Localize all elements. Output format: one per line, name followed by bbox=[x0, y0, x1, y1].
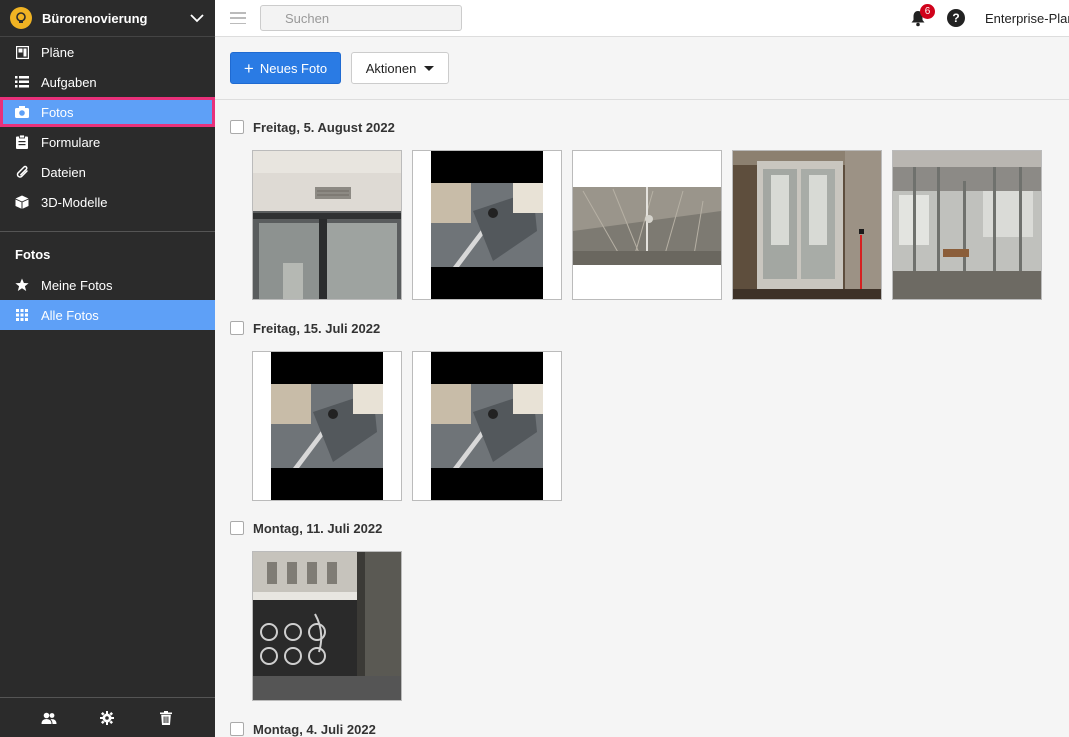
group-date: Freitag, 15. Juli 2022 bbox=[253, 320, 381, 336]
group-select-checkbox[interactable] bbox=[230, 722, 244, 736]
chevron-down-icon[interactable] bbox=[189, 10, 205, 26]
plus-icon: + bbox=[243, 58, 254, 78]
plan-label[interactable]: Enterprise-Plan bbox=[985, 11, 1069, 26]
photo-thumbnail[interactable] bbox=[732, 150, 882, 300]
project-logo-icon bbox=[10, 7, 32, 29]
group-date: Montag, 11. Juli 2022 bbox=[253, 520, 383, 536]
photo-image bbox=[893, 151, 1041, 299]
sidebar-item-label: Formulare bbox=[41, 134, 101, 150]
photo-group: Montag, 11. Juli 2022 bbox=[230, 518, 412, 701]
clipboard-icon bbox=[15, 135, 29, 149]
actions-dropdown-button[interactable]: Aktionen bbox=[351, 52, 449, 84]
group-select-checkbox[interactable] bbox=[230, 521, 244, 535]
project-title: Bürorenovierung bbox=[42, 10, 148, 26]
new-photo-label: Neues Foto bbox=[259, 60, 328, 76]
top-bar: 6 ? Enterprise-Plan bbox=[215, 0, 1069, 37]
photo-image bbox=[413, 352, 561, 500]
sidebar-item-label: 3D-Modelle bbox=[41, 194, 108, 210]
photo-image bbox=[253, 151, 401, 299]
sidebar: Bürorenovierung Pläne Aufgaben Fotos For… bbox=[0, 0, 215, 737]
photo-thumbnail[interactable] bbox=[892, 150, 1042, 300]
paperclip-icon bbox=[15, 165, 29, 179]
sidebar-item-3d-models[interactable]: 3D-Modelle bbox=[0, 187, 215, 217]
photo-thumbnail[interactable] bbox=[252, 351, 402, 501]
help-icon[interactable]: ? bbox=[947, 9, 965, 27]
photo-thumbnail[interactable] bbox=[252, 150, 402, 300]
trash-icon[interactable] bbox=[157, 709, 175, 727]
sidebar-section-title: Fotos bbox=[15, 247, 51, 262]
sidebar-item-files[interactable]: Dateien bbox=[0, 157, 215, 187]
users-icon[interactable] bbox=[40, 709, 58, 727]
search-input[interactable] bbox=[285, 10, 461, 26]
photo-image bbox=[733, 151, 881, 299]
group-select-checkbox[interactable] bbox=[230, 120, 244, 134]
sidebar-item-plans[interactable]: Pläne bbox=[0, 37, 215, 67]
camera-icon bbox=[15, 105, 29, 119]
sidebar-item-label: Alle Fotos bbox=[41, 307, 99, 323]
photo-group: Freitag, 15. Juli 2022 bbox=[230, 318, 572, 501]
photo-image bbox=[253, 352, 401, 500]
star-icon bbox=[15, 278, 29, 292]
photo-group: Montag, 4. Juli 2022 bbox=[230, 719, 376, 737]
group-date: Montag, 4. Juli 2022 bbox=[253, 721, 376, 737]
hamburger-menu-icon[interactable] bbox=[230, 12, 246, 24]
photo-thumbnail[interactable] bbox=[252, 551, 402, 701]
grid-icon bbox=[15, 308, 29, 322]
photo-image bbox=[413, 151, 561, 299]
group-select-checkbox[interactable] bbox=[230, 321, 244, 335]
actions-label: Aktionen bbox=[365, 60, 417, 76]
list-icon bbox=[15, 75, 29, 89]
new-photo-button[interactable]: + Neues Foto bbox=[230, 52, 341, 84]
sidebar-item-forms[interactable]: Formulare bbox=[0, 127, 215, 157]
cube-icon bbox=[15, 195, 29, 209]
gear-icon[interactable] bbox=[98, 709, 116, 727]
sidebar-item-label: Meine Fotos bbox=[41, 277, 113, 293]
photo-thumbnail[interactable] bbox=[412, 351, 562, 501]
photo-thumbnail[interactable] bbox=[412, 150, 562, 300]
sidebar-item-label: Dateien bbox=[41, 164, 86, 180]
sidebar-footer bbox=[0, 697, 215, 737]
search-box bbox=[260, 5, 462, 31]
action-toolbar: + Neues Foto Aktionen bbox=[215, 38, 1069, 100]
notification-badge: 6 bbox=[920, 4, 935, 19]
photo-image bbox=[573, 151, 721, 299]
photo-image bbox=[253, 552, 401, 700]
photo-group: Freitag, 5. August 2022 bbox=[230, 117, 1052, 300]
sidebar-item-my-photos[interactable]: Meine Fotos bbox=[0, 270, 215, 300]
photo-gallery: Freitag, 5. August 2022 Freitag, 15. Jul… bbox=[215, 101, 1069, 737]
group-date: Freitag, 5. August 2022 bbox=[253, 119, 395, 135]
caret-down-icon bbox=[424, 65, 435, 71]
sidebar-item-tasks[interactable]: Aufgaben bbox=[0, 67, 215, 97]
project-switcher[interactable]: Bürorenovierung bbox=[0, 0, 215, 37]
photo-thumbnail[interactable] bbox=[572, 150, 722, 300]
sidebar-item-label: Pläne bbox=[41, 44, 75, 60]
plans-icon bbox=[15, 45, 29, 59]
sidebar-item-all-photos[interactable]: Alle Fotos bbox=[0, 300, 215, 330]
sidebar-item-label: Aufgaben bbox=[41, 74, 97, 90]
sidebar-item-photos[interactable]: Fotos bbox=[0, 97, 215, 127]
sidebar-item-label: Fotos bbox=[41, 104, 74, 120]
